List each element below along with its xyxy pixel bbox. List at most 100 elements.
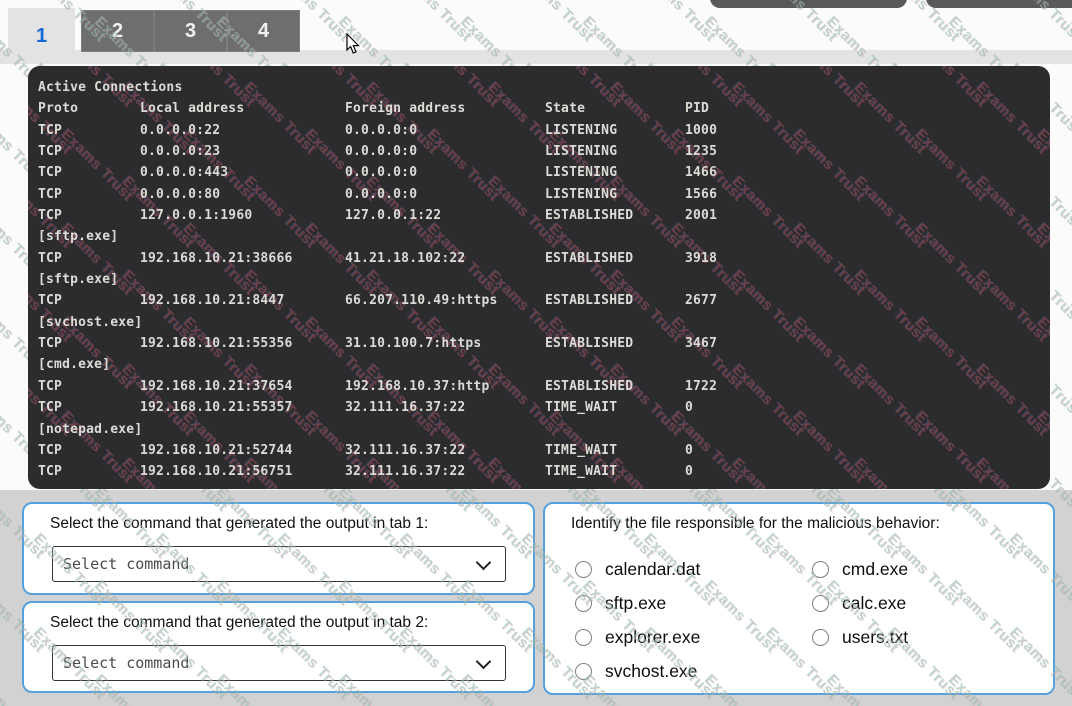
tab2-command-select-value: Select command xyxy=(53,654,478,672)
chevron-down-icon xyxy=(476,554,492,570)
chevron-down-icon xyxy=(476,653,492,669)
watermark-text: Exams Trust xyxy=(1067,389,1072,468)
local-address-cell: 192.168.10.21:55356 xyxy=(140,336,293,351)
state-cell: ESTABLISHED xyxy=(545,379,633,394)
foreign-address-cell: Foreign address xyxy=(345,101,465,116)
foreign-address-cell: 32.111.16.37:22 xyxy=(345,400,465,415)
terminal-line: [cmd.exe] xyxy=(28,355,1050,376)
radio-button-icon[interactable] xyxy=(575,561,592,578)
terminal-line: TCP192.168.10.21:5675132.111.16.37:22TIM… xyxy=(28,462,1050,483)
tab-1-active[interactable]: 1 xyxy=(8,8,75,64)
radio-button-icon[interactable] xyxy=(575,629,592,646)
watermark-text: Exams Trust xyxy=(396,0,475,45)
local-address-cell: 192.168.10.21:8447 xyxy=(140,293,284,308)
radio-option-cmd-exe[interactable]: cmd.exe xyxy=(812,552,1042,586)
state-cell: TIME_WAIT xyxy=(545,400,617,415)
terminal-line: ProtoLocal addressForeign addressStatePI… xyxy=(28,99,1050,120)
terminal-line: TCP192.168.10.21:37654192.168.10.37:http… xyxy=(28,377,1050,398)
watermark-text: Exams Trust xyxy=(1067,107,1072,186)
foreign-address-cell: 0.0.0.0:0 xyxy=(345,165,417,180)
radio-button-icon[interactable] xyxy=(812,561,829,578)
foreign-address-cell: 192.168.10.37:http xyxy=(345,379,489,394)
terminal-line: TCP192.168.10.21:3866641.21.18.102:22EST… xyxy=(28,249,1050,270)
foreign-address-cell: 66.207.110.49:https xyxy=(345,293,498,308)
terminal-line: TCP0.0.0.0:220.0.0.0:0LISTENING1000 xyxy=(28,121,1050,142)
question-label-tab1: Select the command that generated the ou… xyxy=(50,515,428,533)
radio-option-label: cmd.exe xyxy=(842,559,908,580)
pid-cell: 2001 xyxy=(685,208,717,223)
terminal-line: TCP192.168.10.21:844766.207.110.49:https… xyxy=(28,291,1050,312)
proto-cell: TCP xyxy=(38,251,62,266)
radio-option-sftp-exe[interactable]: sftp.exe xyxy=(575,586,805,620)
local-address-cell: 192.168.10.21:52744 xyxy=(140,443,293,458)
tab-3[interactable]: 3 xyxy=(154,10,227,52)
question-panel-tab1-command: Select the command that generated the ou… xyxy=(22,502,535,595)
local-address-cell: 192.168.10.21:55357 xyxy=(140,400,293,415)
exam-question-page: 1 2 3 4 Exams TrustExams TrustExams Trus… xyxy=(0,0,1072,706)
state-cell: ESTABLISHED xyxy=(545,208,633,223)
radio-option-label: explorer.exe xyxy=(605,627,700,648)
pid-cell: 1722 xyxy=(685,379,717,394)
terminal-line: [sftp.exe] xyxy=(28,227,1050,248)
radio-option-calendar-dat[interactable]: calendar.dat xyxy=(575,552,805,586)
netstat-output-terminal: Exams TrustExams TrustExams TrustExams T… xyxy=(28,66,1050,489)
local-address-cell: 0.0.0.0:22 xyxy=(140,123,220,138)
foreign-address-cell: 0.0.0.0:0 xyxy=(345,144,417,159)
local-address-cell: 0.0.0.0:23 xyxy=(140,144,220,159)
watermark-text: Exams Trust xyxy=(1067,295,1072,374)
pid-cell: 1000 xyxy=(685,123,717,138)
terminal-line: [sftp.exe] xyxy=(28,270,1050,291)
pid-cell: 1566 xyxy=(685,187,717,202)
local-address-cell: 192.168.10.21:56751 xyxy=(140,464,293,479)
proto-cell: TCP xyxy=(38,400,62,415)
process-name-cell: [notepad.exe] xyxy=(38,422,142,437)
process-name-cell: [svchost.exe] xyxy=(38,315,142,330)
tab2-command-select[interactable]: Select command xyxy=(52,645,506,681)
radio-button-icon[interactable] xyxy=(812,629,829,646)
tab-2-label: 2 xyxy=(112,20,123,43)
radio-button-icon[interactable] xyxy=(575,595,592,612)
radio-option-svchost-exe[interactable]: svchost.exe xyxy=(575,654,805,688)
proto-cell: TCP xyxy=(38,208,62,223)
question-panel-malicious-file: Identify the file responsible for the ma… xyxy=(543,502,1055,695)
process-name-cell: [sftp.exe] xyxy=(38,272,118,287)
terminal-line: TCP0.0.0.0:800.0.0.0:0LISTENING1566 xyxy=(28,185,1050,206)
radio-button-icon[interactable] xyxy=(575,663,592,680)
top-partial-button-1[interactable] xyxy=(710,0,907,8)
radio-option-label: calc.exe xyxy=(842,593,906,614)
local-address-cell: 192.168.10.21:37654 xyxy=(140,379,293,394)
radio-option-explorer-exe[interactable]: explorer.exe xyxy=(575,620,805,654)
proto-cell: TCP xyxy=(38,464,62,479)
local-address-cell: 192.168.10.21:38666 xyxy=(140,251,293,266)
pid-cell: 1235 xyxy=(685,144,717,159)
process-name-cell: Active Connections xyxy=(38,80,182,95)
radio-option-label: svchost.exe xyxy=(605,661,697,682)
tab-4-label: 4 xyxy=(258,20,269,43)
question-panel-tab2-command: Select the command that generated the ou… xyxy=(22,601,535,693)
pid-cell: 0 xyxy=(685,464,693,479)
state-cell: TIME_WAIT xyxy=(545,464,617,479)
top-partial-button-2[interactable] xyxy=(926,0,1072,8)
process-name-cell: [cmd.exe] xyxy=(38,357,110,372)
pid-cell: 0 xyxy=(685,443,693,458)
tab-strip xyxy=(0,50,1072,64)
foreign-address-cell: 0.0.0.0:0 xyxy=(345,123,417,138)
watermark-text: Exams Trust xyxy=(640,0,719,45)
process-name-cell: [sftp.exe] xyxy=(38,229,118,244)
radio-button-icon[interactable] xyxy=(812,595,829,612)
terminal-content: Active ConnectionsProtoLocal addressFore… xyxy=(28,78,1050,484)
state-cell: LISTENING xyxy=(545,144,617,159)
radio-option-users-txt[interactable]: users.txt xyxy=(812,620,1042,654)
local-address-cell: Local address xyxy=(140,101,244,116)
terminal-line: TCP192.168.10.21:5274432.111.16.37:22TIM… xyxy=(28,441,1050,462)
tab1-command-select[interactable]: Select command xyxy=(52,546,506,582)
radio-option-label: sftp.exe xyxy=(605,593,666,614)
tab-4[interactable]: 4 xyxy=(227,10,300,52)
pid-cell: 3467 xyxy=(685,336,717,351)
radio-option-label: calendar.dat xyxy=(605,559,700,580)
tab-2[interactable]: 2 xyxy=(81,10,154,52)
terminal-line: TCP 192.168.10.21:55357 32.111.16.37:22 TIM… xyxy=(28,398,1050,419)
radio-option-calc-exe[interactable]: calc.exe xyxy=(812,586,1042,620)
state-cell: LISTENING xyxy=(545,165,617,180)
watermark-text: Exams Trust xyxy=(518,0,597,45)
